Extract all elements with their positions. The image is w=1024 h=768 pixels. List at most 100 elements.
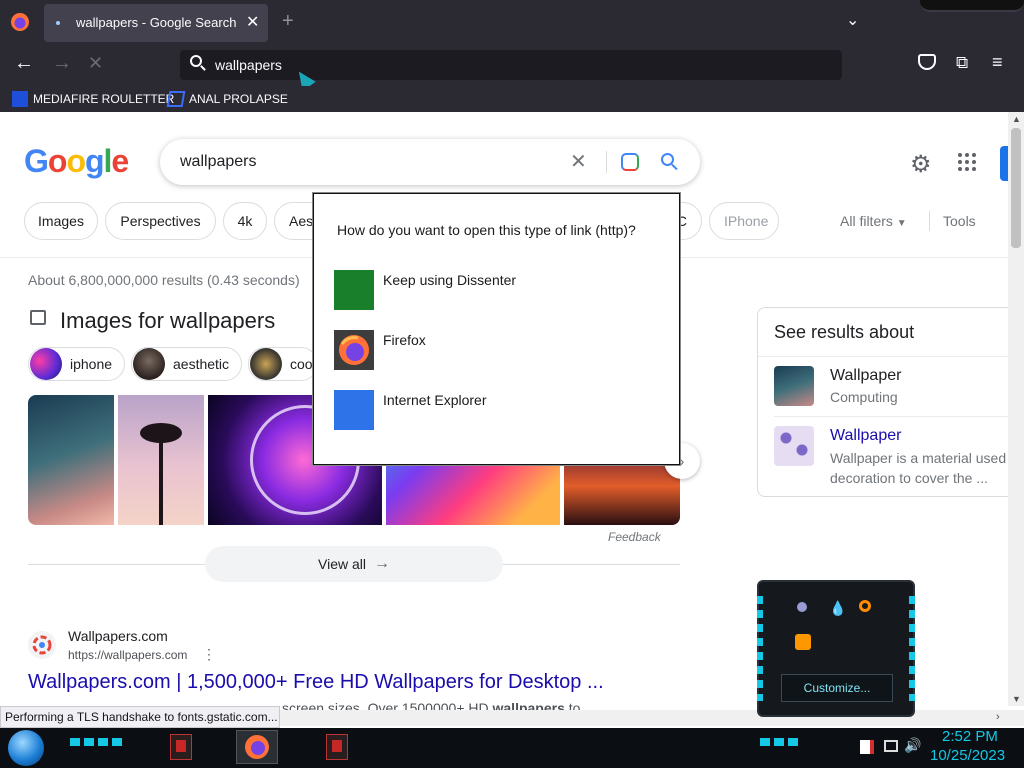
widget-app-icon-1[interactable] xyxy=(797,602,807,612)
pdf-icon xyxy=(332,740,342,752)
filter-chip-images[interactable]: Images xyxy=(24,202,98,240)
stop-loading-icon[interactable]: ✕ xyxy=(88,53,103,74)
loading-status: Performing a TLS handshake to fonts.gsta… xyxy=(0,706,280,728)
knowledge-thumb xyxy=(774,426,814,466)
taskbar-app-firefox[interactable] xyxy=(236,730,278,764)
taskbar: 🔊 2:52 PM 10/25/2023 xyxy=(0,728,1024,768)
firefox-taskbar-icon xyxy=(245,735,269,759)
result-site-name[interactable]: Wallpapers.com xyxy=(68,628,168,644)
dialog-option-dissenter[interactable]: Keep using Dissenter xyxy=(314,264,679,316)
tray-widget-panel: 💧 Customize... xyxy=(757,580,915,717)
search-input[interactable]: wallpapers xyxy=(180,153,256,171)
image-pill-aesthetic[interactable]: aesthetic xyxy=(131,347,242,381)
dialog-option-firefox[interactable]: Firefox xyxy=(314,324,679,376)
search-icon-handle xyxy=(671,163,678,171)
view-all-button[interactable]: View all → xyxy=(205,546,503,582)
firefox-menu-icon[interactable] xyxy=(10,12,30,32)
site-favicon-icon xyxy=(28,631,56,659)
search-tool-icon[interactable] xyxy=(859,600,871,612)
extensions-icon[interactable]: ⧉ xyxy=(956,53,968,73)
search-box[interactable]: wallpapers ✕ xyxy=(160,139,700,185)
back-arrow-icon[interactable]: ← xyxy=(14,52,34,75)
taskbar-decoration-left xyxy=(70,738,122,746)
taskbar-app-pdf-2[interactable] xyxy=(326,734,348,760)
tab-active[interactable]: wallpapers - Google Search ✕ xyxy=(44,4,268,42)
customize-label: Customize... xyxy=(803,681,871,695)
result-title-link[interactable]: Wallpapers.com | 1,500,000+ Free HD Wall… xyxy=(28,671,604,694)
tab-title: wallpapers - Google Search xyxy=(76,15,237,30)
lens-camera-icon[interactable] xyxy=(621,153,639,171)
widget-frame-left xyxy=(757,596,763,701)
feedback-link[interactable]: Feedback xyxy=(608,530,661,544)
start-orb-button[interactable] xyxy=(8,730,44,766)
pill-label: aesthetic xyxy=(173,356,230,372)
image-result-palm-night[interactable] xyxy=(28,395,114,525)
bookmark-hexagon-icon xyxy=(166,91,186,107)
filter-chip-perspectives[interactable]: Perspectives xyxy=(105,202,216,240)
knowledge-item-sub-2: decoration to cover the ... xyxy=(830,470,988,486)
result-url[interactable]: https://wallpapers.com xyxy=(68,648,187,662)
mediafire-icon xyxy=(12,91,28,107)
caret-down-icon: ▼ xyxy=(896,218,907,229)
tab-close-icon[interactable]: ✕ xyxy=(246,12,259,32)
address-search-icon-handle xyxy=(200,65,206,71)
bookmark-second[interactable]: ANAL PROLAPSE xyxy=(166,89,288,109)
forward-arrow-icon[interactable]: → xyxy=(52,52,72,75)
option-label: Firefox xyxy=(383,332,426,348)
app-menu-icon[interactable]: ≡ xyxy=(992,52,1003,73)
volume-icon[interactable]: 🔊 xyxy=(904,737,921,754)
image-pill-iphone[interactable]: iphone xyxy=(28,347,125,381)
image-pill-cool[interactable]: coo xyxy=(248,347,318,381)
bookmarks-toolbar: MEDIAFIRE ROULETTER ANAL PROLAPSE xyxy=(0,86,1024,112)
result-more-icon[interactable]: ⋮ xyxy=(202,646,216,663)
address-bar[interactable]: wallpapers xyxy=(180,50,842,91)
tab-list-chevron-icon[interactable]: ⌄ xyxy=(846,10,859,30)
pocket-icon[interactable] xyxy=(918,54,936,70)
scroll-right-icon[interactable]: › xyxy=(996,711,1000,723)
knowledge-item-computing[interactable]: Wallpaper Computing xyxy=(758,357,1016,417)
all-filters-button[interactable]: All filters ▼ xyxy=(840,213,907,229)
network-icon[interactable] xyxy=(884,740,898,752)
filter-chip-iphone[interactable]: IPhone xyxy=(709,202,779,240)
result-stats: About 6,800,000,000 results (0.43 second… xyxy=(28,272,300,288)
knowledge-item-material[interactable]: Wallpaper Wallpaper is a material used d… xyxy=(758,417,1016,496)
address-text[interactable]: wallpapers xyxy=(215,57,282,73)
page-scrollbar[interactable]: ▲ ▼ xyxy=(1008,112,1024,706)
pill-thumbnail xyxy=(133,348,165,380)
image-section-icon xyxy=(30,310,46,325)
widget-frame-right xyxy=(909,596,915,701)
image-result-palm-sunset[interactable] xyxy=(118,395,204,525)
scroll-down-icon[interactable]: ▼ xyxy=(1012,694,1021,704)
scrollbar-thumb[interactable] xyxy=(1011,128,1021,248)
divider xyxy=(606,151,607,173)
knowledge-item-name[interactable]: Wallpaper xyxy=(830,427,901,445)
knowledge-item-name[interactable]: Wallpaper xyxy=(830,367,901,385)
knowledge-title: See results about xyxy=(774,322,915,342)
pill-label: coo xyxy=(290,356,313,372)
tab-bar: wallpapers - Google Search ✕ + ⌄ xyxy=(0,0,1024,46)
settings-gear-icon[interactable]: ⚙ xyxy=(910,150,932,179)
google-logo[interactable]: Google xyxy=(24,143,129,180)
dialog-prompt: How do you want to open this type of lin… xyxy=(337,222,636,238)
bookmark-label: MEDIAFIRE ROULETTER xyxy=(33,92,175,106)
clock-date[interactable]: 10/25/2023 xyxy=(930,747,1005,764)
divider xyxy=(929,211,930,231)
dialog-option-ie[interactable]: Internet Explorer xyxy=(314,384,679,436)
sublime-text-icon[interactable] xyxy=(795,634,811,650)
clear-search-icon[interactable]: ✕ xyxy=(570,149,587,174)
apps-grid-icon[interactable] xyxy=(958,153,976,171)
action-center-flag-icon[interactable] xyxy=(860,740,874,754)
bookmark-mediafire[interactable]: MEDIAFIRE ROULETTER xyxy=(12,89,174,109)
new-tab-icon[interactable]: + xyxy=(282,10,294,33)
view-all-label: View all xyxy=(318,556,366,572)
option-label: Internet Explorer xyxy=(383,392,487,408)
arrow-right-icon: → xyxy=(374,555,390,572)
clock-time[interactable]: 2:52 PM xyxy=(942,728,998,745)
customize-button[interactable]: Customize... xyxy=(781,674,893,702)
taskbar-app-pdf[interactable] xyxy=(170,734,192,760)
scroll-up-icon[interactable]: ▲ xyxy=(1012,114,1021,124)
tools-button[interactable]: Tools xyxy=(943,213,976,229)
water-drop-icon[interactable]: 💧 xyxy=(829,600,846,617)
filter-chip-4k[interactable]: 4k xyxy=(223,202,267,240)
knowledge-item-sub: Wallpaper is a material used xyxy=(830,450,1007,466)
